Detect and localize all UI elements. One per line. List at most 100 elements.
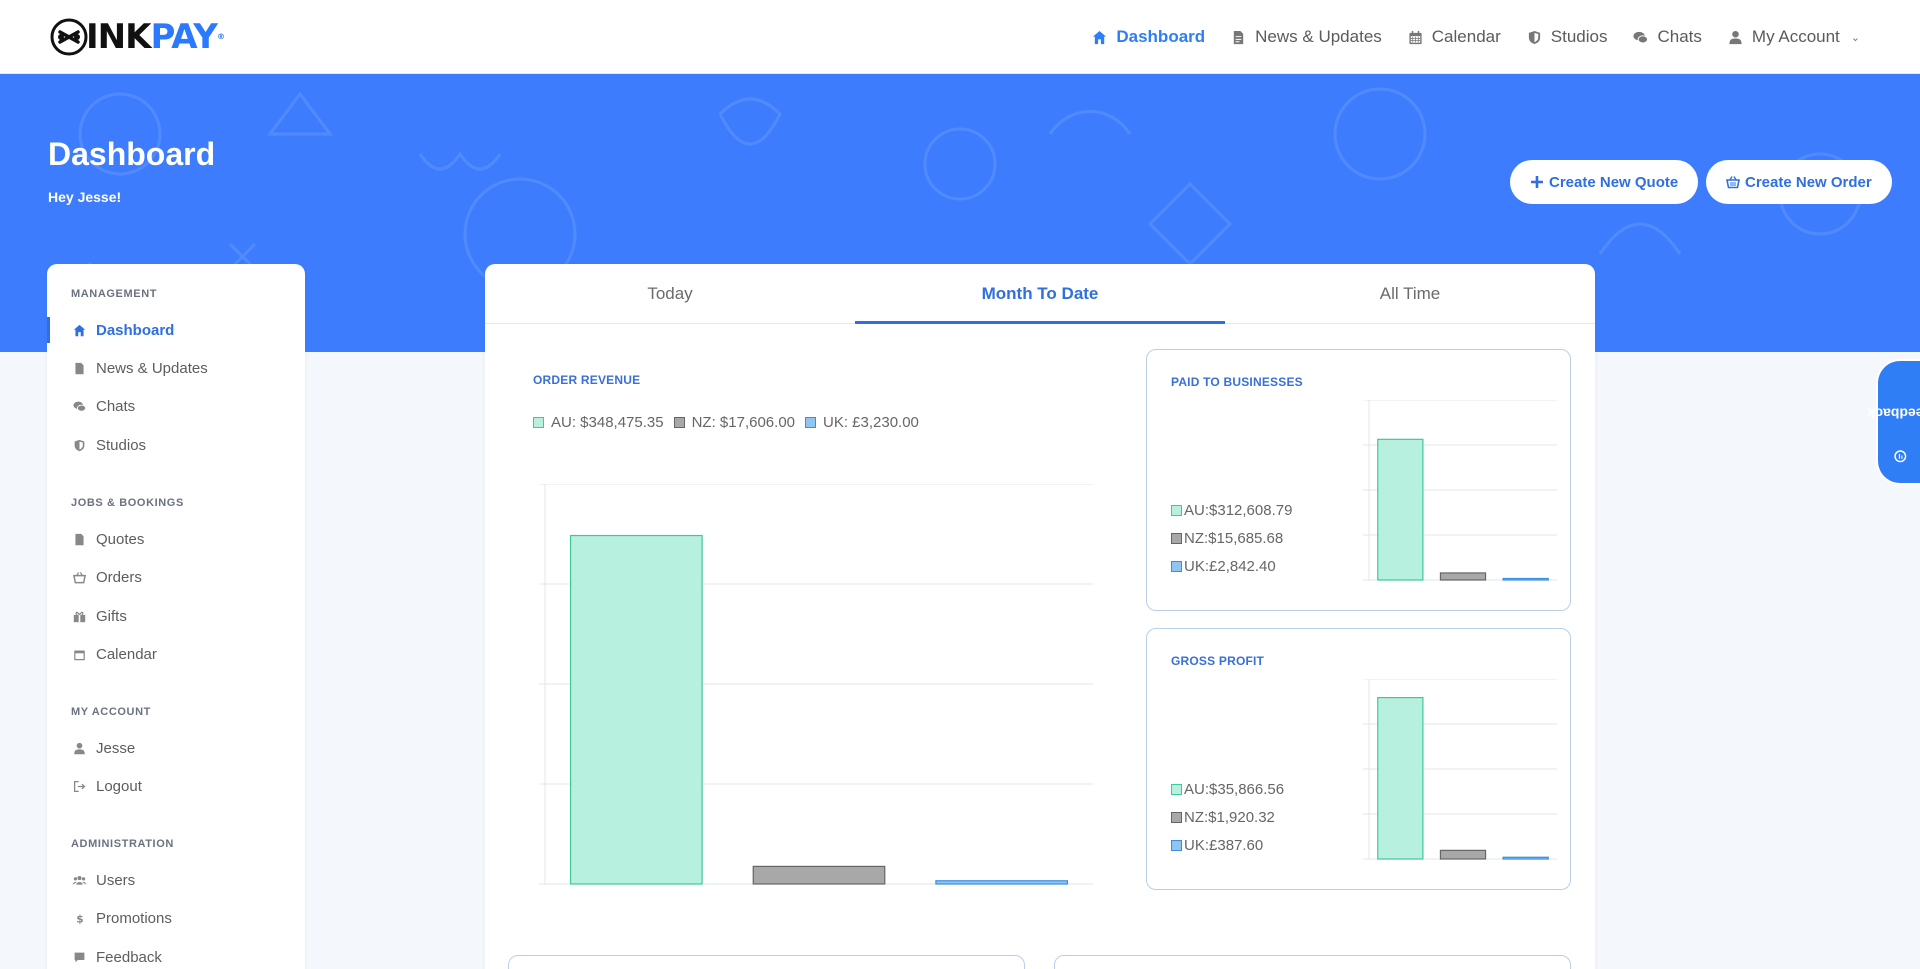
order-revenue-legend: AU: $348,475.35 NZ: $17,606.00 UK: £3,23… [533,414,919,431]
sidebar: MANAGEMENT Dashboard News & Updates Chat… [47,264,305,969]
paid-to-businesses-title: PAID TO BUSINESSES [1171,375,1303,389]
legend-item-uk[interactable]: UK:£2,842.40 [1171,558,1292,575]
bottom-card-left [508,955,1025,969]
sidebar-item-news-updates[interactable]: News & Updates [47,351,305,385]
uk-swatch [1171,561,1182,572]
page-title: Dashboard [48,136,216,172]
gross-profit-title: GROSS PROFIT [1171,654,1265,668]
shield-icon [74,439,85,451]
au-swatch [1171,784,1182,795]
sidebar-section-title: MY ACCOUNT [71,706,151,718]
user-icon [1729,30,1742,44]
bar-nz [1439,572,1487,581]
main-nav: Dashboard News & Updates Calendar Studio… [1092,0,1860,74]
sidebar-item-chats[interactable]: Chats [47,389,305,423]
bar-nz [1439,849,1487,860]
dashboard-main-card: Today Month To Date All Time ORDER REVEN… [485,264,1595,969]
sidebar-item-orders[interactable]: Orders [47,560,305,594]
document-icon [75,533,84,545]
paid-to-businesses-legend: AU:$312,608.79 NZ:$15,685.68 UK:£2,842.4… [1171,502,1292,575]
paid-to-businesses-chart [1363,400,1557,581]
gross-profit-chart [1363,679,1557,860]
nav-studios[interactable]: Studios [1527,27,1607,47]
order-revenue-title: ORDER REVENUE [533,373,641,387]
nz-swatch [1171,533,1182,544]
create-new-order-button[interactable]: Create New Order [1706,160,1892,204]
legend-item-au[interactable]: AU: $348,475.35 [533,414,664,431]
legend-item-au[interactable]: AU:$312,608.79 [1171,502,1292,519]
bar-uk [1502,856,1549,860]
bar-au [1377,697,1424,860]
nav-news-updates[interactable]: News & Updates [1231,27,1382,47]
shield-icon [1528,30,1540,44]
greeting-text: Hey Jesse! [48,189,122,205]
bar-uk [1502,577,1549,581]
user-icon [74,742,85,754]
sidebar-item-dashboard[interactable]: Dashboard [47,313,305,347]
plus-icon [1531,176,1543,188]
sidebar-item-gifts[interactable]: Gifts [47,599,305,633]
gift-icon [73,611,86,622]
basket-icon [73,571,86,583]
tab-today[interactable]: Today [485,264,855,323]
au-swatch [533,417,544,428]
comment-icon [74,952,85,962]
sidebar-item-studios[interactable]: Studios [47,428,305,462]
nz-swatch [1171,812,1182,823]
legend-item-uk[interactable]: UK:£387.60 [1171,837,1284,854]
create-new-quote-button[interactable]: Create New Quote [1510,160,1699,204]
top-navbar: INKPAY® Dashboard News & Updates Calenda… [0,0,1920,74]
sidebar-item-jesse[interactable]: Jesse [47,731,305,765]
basket-icon [1726,176,1740,189]
nz-swatch [673,417,685,428]
au-swatch [1171,505,1182,516]
sidebar-item-users[interactable]: Users [47,863,305,897]
document-icon [75,362,84,374]
gross-profit-legend: AU:$35,866.56 NZ:$1,920.32 UK:£387.60 [1171,781,1284,854]
nav-calendar[interactable]: Calendar [1408,27,1501,47]
sidebar-item-feedback[interactable]: Feedback [47,940,305,969]
bottom-card-right [1054,955,1571,969]
legend-item-uk[interactable]: UK: £3,230.00 [805,414,919,431]
nav-dashboard[interactable]: Dashboard [1092,27,1205,47]
sidebar-section-title: MANAGEMENT [71,288,158,300]
sidebar-section-title: ADMINISTRATION [71,838,174,850]
legend-item-nz[interactable]: NZ:$1,920.32 [1171,809,1284,826]
bar-au [1377,438,1424,581]
home-icon [1093,30,1107,44]
calendar-icon [74,649,85,660]
tab-all-time[interactable]: All Time [1225,264,1595,323]
sidebar-item-promotions[interactable]: $ Promotions [47,901,305,935]
sidebar-item-logout[interactable]: Logout [47,769,305,803]
uk-swatch [805,417,816,428]
document-icon [1233,30,1244,44]
legend-item-au[interactable]: AU:$35,866.56 [1171,781,1284,798]
comment-icon [1893,450,1907,463]
chevron-down-icon: ⌄ [1850,31,1860,44]
bar-au [569,534,703,885]
legend-item-nz[interactable]: NZ: $17,606.00 [673,414,795,431]
period-tabs: Today Month To Date All Time [485,264,1595,324]
chat-bubbles-icon [73,401,86,412]
calendar-icon [1409,30,1422,44]
inkpay-logo[interactable]: INKPAY® [50,18,225,56]
users-icon [73,875,86,885]
bar-uk [935,880,1069,885]
uk-swatch [1171,840,1182,851]
chat-bubbles-icon [1633,31,1649,43]
nav-chats[interactable]: Chats [1633,27,1702,47]
paid-to-businesses-card: PAID TO BUSINESSES AU:$312,608.79 NZ:$15… [1146,349,1571,611]
home-icon [73,324,86,336]
feedback-tab[interactable]: Feedback [1868,361,1920,483]
nav-my-account[interactable]: My Account ⌄ [1728,27,1860,47]
sidebar-section-title: JOBS & BOOKINGS [71,497,184,509]
logo-mark-icon [50,18,88,56]
legend-item-nz[interactable]: NZ:$15,685.68 [1171,530,1292,547]
order-revenue-chart [539,484,1093,885]
svg-text:$: $ [76,913,83,924]
sidebar-item-calendar[interactable]: Calendar [47,637,305,671]
bar-nz [752,865,886,885]
dollar-icon: $ [76,913,83,924]
sidebar-item-quotes[interactable]: Quotes [47,522,305,556]
tab-month-to-date[interactable]: Month To Date [855,264,1225,324]
